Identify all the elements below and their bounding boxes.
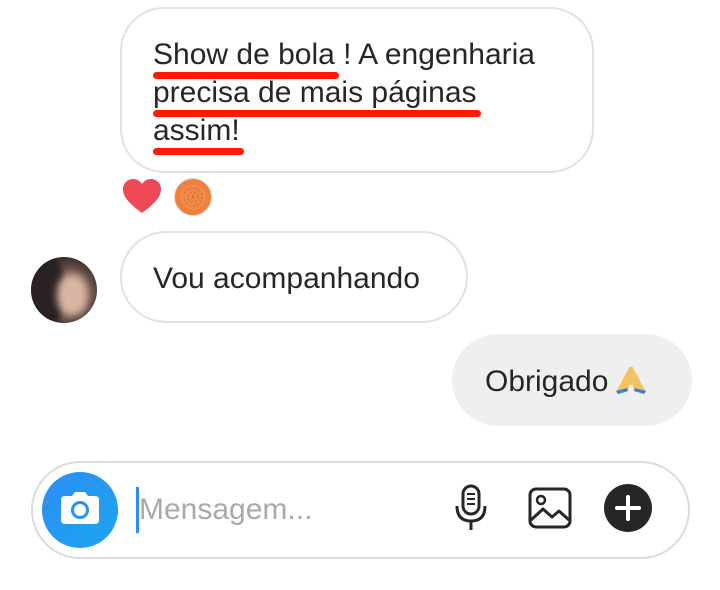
chat-screen: Show de bola ! A engenharia precisa de m… (0, 0, 720, 590)
contact-avatar[interactable] (31, 257, 97, 323)
underlined-text: Show de bola (153, 36, 339, 79)
message-line-3: assim! (153, 112, 572, 155)
message-input[interactable] (139, 485, 429, 535)
pray-emoji-icon (614, 363, 648, 405)
microphone-button[interactable] (446, 484, 496, 537)
message-bubble-2[interactable]: Vou acompanhando (120, 231, 468, 323)
message-bubble-3[interactable]: Obrigado (452, 334, 692, 426)
plus-icon (603, 483, 653, 538)
message-bubble-1[interactable]: Show de bola ! A engenharia precisa de m… (120, 7, 594, 173)
camera-button[interactable] (42, 472, 118, 548)
gallery-button[interactable] (525, 485, 575, 535)
gallery-icon (528, 487, 572, 534)
microphone-icon (454, 484, 488, 537)
message-line-1: Show de bola ! A engenharia (153, 36, 572, 79)
underlined-text: precisa de mais páginas (153, 74, 481, 117)
message-line-2: precisa de mais páginas (153, 74, 572, 117)
add-button[interactable] (603, 483, 653, 538)
avatar-face (57, 275, 87, 315)
reaction-face-icon[interactable] (174, 178, 212, 216)
heart-icon[interactable] (122, 179, 162, 215)
message-composer (31, 461, 690, 559)
camera-icon (60, 491, 100, 530)
underlined-text: assim! (153, 112, 244, 155)
message-text: ! A engenharia (334, 38, 535, 71)
message-text: Vou acompanhando (153, 262, 420, 295)
message-reactions[interactable] (122, 176, 212, 218)
message-text: Obrigado (485, 365, 609, 398)
